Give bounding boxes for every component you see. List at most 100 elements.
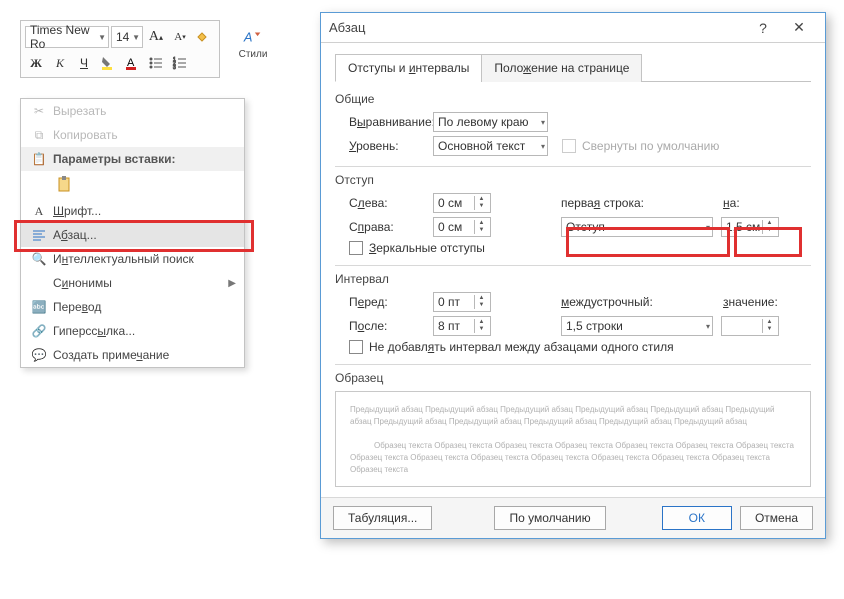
font-name-value: Times New Ro: [30, 23, 98, 51]
indent-right-value: 0 см: [438, 220, 462, 234]
ok-button-label: ОК: [689, 511, 705, 525]
group-spacing: Интервал: [335, 272, 811, 286]
indent-left-label: Слева:: [335, 196, 433, 210]
level-label: Уровень:: [335, 139, 433, 153]
titlebar: Абзац ? ✕: [321, 13, 825, 43]
mini-toolbar: Times New Ro ▼ 14 ▼ A▴ A▾ A Стили Ж К Ч …: [20, 20, 220, 78]
tabs-button[interactable]: Табуляция...: [333, 506, 432, 530]
level-value: Основной текст: [438, 139, 525, 153]
line-spacing-select[interactable]: 1,5 строки ▾: [561, 316, 713, 336]
menu-paste-option[interactable]: [21, 171, 244, 199]
first-line-amount-value: 1,5 см: [726, 220, 760, 234]
first-line-amount-spin[interactable]: 1,5 см ▲▼: [721, 217, 779, 237]
line-spacing-value: 1,5 строки: [566, 319, 623, 333]
indent-left-spin[interactable]: 0 см ▲▼: [433, 193, 491, 213]
after-value: 8 пт: [438, 319, 460, 333]
italic-button[interactable]: К: [49, 52, 71, 74]
menu-paste-header-label: Параметры вставки:: [53, 152, 176, 166]
paragraph-dialog: Абзац ? ✕ Отступы и интервалы Положение …: [320, 12, 826, 539]
menu-cut[interactable]: ✂ Вырезать: [21, 99, 244, 123]
indent-left-value: 0 см: [438, 196, 462, 210]
spinner-icon: ▲▼: [762, 220, 776, 234]
styles-button[interactable]: A Стили: [234, 22, 272, 64]
paragraph-icon: [29, 228, 49, 242]
after-spin[interactable]: 8 пт ▲▼: [433, 316, 491, 336]
line-spacing-value-spin[interactable]: ▲▼: [721, 316, 779, 336]
font-name-select[interactable]: Times New Ro ▼: [25, 26, 109, 48]
menu-hyperlink-label: Гиперссылка...: [53, 324, 135, 338]
indent-right-spin[interactable]: 0 см ▲▼: [433, 217, 491, 237]
underline-button[interactable]: Ч: [73, 52, 95, 74]
menu-smart-lookup[interactable]: 🔍 Интеллектуальный поиск: [21, 247, 244, 271]
svg-text:A: A: [243, 29, 253, 44]
bullets-button[interactable]: [145, 52, 167, 74]
collapsed-checkbox: [562, 139, 576, 153]
preview-box: Предыдущий абзац Предыдущий абзац Предыд…: [335, 391, 811, 487]
shrink-font-button[interactable]: A▾: [169, 26, 191, 48]
default-button[interactable]: По умолчанию: [494, 506, 605, 530]
tab-indents[interactable]: Отступы и интервалы: [335, 54, 482, 82]
styles-label: Стили: [239, 49, 268, 60]
align-label: Выравнивание:: [335, 115, 433, 129]
link-icon: 🔗: [29, 324, 49, 338]
menu-comment-label: Создать примечание: [53, 348, 169, 362]
line-spacing-label: междустрочный:: [561, 295, 701, 309]
align-select[interactable]: По левому краю ▾: [433, 112, 548, 132]
align-value: По левому краю: [438, 115, 529, 129]
first-line-select[interactable]: Отступ ▾: [561, 217, 713, 237]
after-label: После:: [335, 319, 433, 333]
spinner-icon: ▲▼: [474, 319, 488, 333]
ok-button[interactable]: ОК: [662, 506, 732, 530]
menu-paragraph[interactable]: Абзац...: [21, 223, 244, 247]
menu-font-label: Шрифт...: [53, 204, 101, 218]
close-button[interactable]: ✕: [781, 19, 817, 36]
menu-comment[interactable]: 💬 Создать примечание: [21, 343, 244, 367]
menu-synonyms-label: Синонимы: [53, 276, 112, 290]
dialog-buttons: Табуляция... По умолчанию ОК Отмена: [321, 497, 825, 538]
value-label: значение:: [723, 295, 778, 309]
menu-font[interactable]: A Шрифт...: [21, 199, 244, 223]
numbering-button[interactable]: 123: [169, 52, 191, 74]
menu-paragraph-label: Абзац...: [53, 228, 97, 242]
format-painter-button[interactable]: [193, 26, 215, 48]
no-space-checkbox[interactable]: [349, 340, 363, 354]
svg-text:3: 3: [173, 65, 176, 71]
preview-prev: Предыдущий абзац Предыдущий абзац Предыд…: [350, 405, 774, 426]
chevron-down-icon: ▾: [706, 322, 710, 331]
menu-synonyms[interactable]: Синонимы ▶: [21, 271, 244, 295]
font-size-select[interactable]: 14 ▼: [111, 26, 143, 48]
menu-cut-label: Вырезать: [53, 104, 106, 118]
cancel-button[interactable]: Отмена: [740, 506, 813, 530]
group-general: Общие: [335, 92, 811, 106]
help-button[interactable]: ?: [745, 20, 781, 36]
before-spin[interactable]: 0 пт ▲▼: [433, 292, 491, 312]
menu-hyperlink[interactable]: 🔗 Гиперссылка...: [21, 319, 244, 343]
grow-font-button[interactable]: A▴: [145, 26, 167, 48]
bold-button[interactable]: Ж: [25, 52, 47, 74]
menu-translate[interactable]: 🔤 Перевод: [21, 295, 244, 319]
menu-translate-label: Перевод: [53, 300, 101, 314]
translate-icon: 🔤: [29, 300, 49, 314]
search-icon: 🔍: [29, 252, 49, 266]
font-color-button[interactable]: A: [121, 52, 143, 74]
spinner-icon: ▲▼: [762, 319, 776, 333]
paste-keep-text-icon: [55, 175, 75, 195]
chevron-right-icon: ▶: [228, 278, 236, 289]
menu-copy[interactable]: ⧉ Копировать: [21, 123, 244, 147]
cancel-button-label: Отмена: [755, 511, 798, 525]
tab-position[interactable]: Положение на странице: [481, 54, 642, 82]
highlight-button[interactable]: [97, 52, 119, 74]
font-size-value: 14: [116, 30, 129, 44]
before-value: 0 пт: [438, 295, 460, 309]
mirror-label: Зеркальные отступы: [369, 241, 485, 255]
clipboard-icon: 📋: [29, 152, 49, 166]
mirror-checkbox[interactable]: [349, 241, 363, 255]
group-indent: Отступ: [335, 173, 811, 187]
group-preview: Образец: [335, 371, 811, 385]
menu-paste-header: 📋 Параметры вставки:: [21, 147, 244, 171]
underline-label: Ч: [80, 56, 88, 70]
default-button-label: По умолчанию: [509, 511, 590, 525]
copy-icon: ⧉: [29, 128, 49, 143]
font-icon: A: [29, 204, 49, 219]
level-select[interactable]: Основной текст ▾: [433, 136, 548, 156]
